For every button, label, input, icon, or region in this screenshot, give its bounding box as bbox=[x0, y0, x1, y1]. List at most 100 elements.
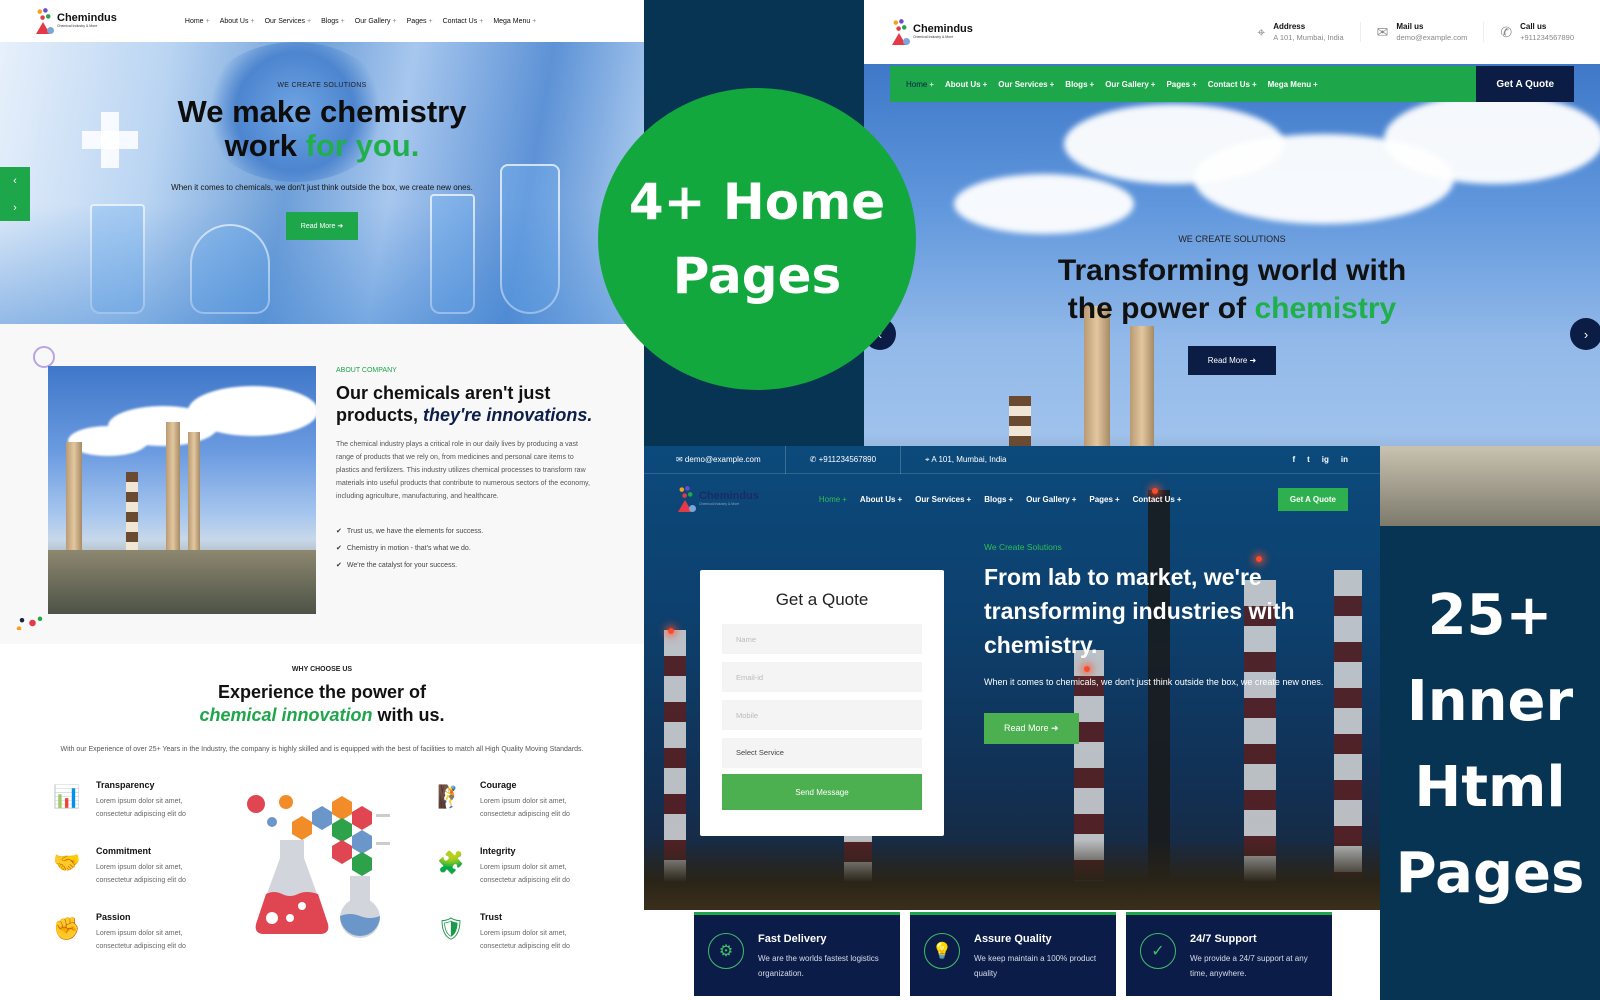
brand-name: Chemindus bbox=[57, 12, 117, 25]
contact-mail[interactable]: ✉ Mail us demo@example.com bbox=[1361, 22, 1485, 42]
nav-about[interactable]: About Us + bbox=[860, 495, 902, 504]
nav-mega-menu[interactable]: Mega Menu + bbox=[1268, 80, 1318, 89]
hero-title: From lab to market, we're transforming i… bbox=[984, 564, 1295, 658]
chevron-right-icon[interactable]: › bbox=[13, 202, 17, 214]
send-message-button[interactable]: Send Message bbox=[722, 774, 922, 810]
main-nav: Home + About Us + Our Services + Blogs + Our… bbox=[819, 495, 1182, 504]
nav-gallery[interactable]: Our Gallery + bbox=[1105, 80, 1155, 89]
header: Chemindus Chemical Industry & More ⌖ Add… bbox=[864, 0, 1600, 64]
nav-blogs[interactable]: Blogs + bbox=[321, 18, 345, 25]
feature-trust: 🛡 Trust Lorem ipsum dolor sit amet, conse… bbox=[434, 912, 604, 953]
brand-name: Chemindus bbox=[913, 23, 973, 36]
checklist-item: ✔ Chemistry in motion - that's what we do… bbox=[336, 545, 471, 552]
chevron-left-icon[interactable]: ‹ bbox=[13, 175, 17, 187]
feature-card-assure-quality: 💡 Assure Quality We keep maintain a 100% … bbox=[910, 912, 1116, 996]
top-bar: ✉ demo@example.com ✆ +911234567890 ⌖ A 1… bbox=[644, 446, 1380, 474]
why-eyebrow: WHY CHOOSE US bbox=[291, 666, 353, 673]
nav-blogs[interactable]: Blogs + bbox=[984, 495, 1013, 504]
read-more-button[interactable]: Read More ➜ bbox=[1187, 346, 1277, 375]
plus-icon: + bbox=[428, 17, 433, 25]
check-icon: ✔ bbox=[336, 562, 342, 569]
nav-home[interactable]: Home + bbox=[906, 80, 934, 89]
get-quote-button[interactable]: Get A Quote bbox=[1277, 487, 1348, 511]
topbar-email[interactable]: ✉ demo@example.com bbox=[676, 446, 786, 474]
hero-eyebrow: WE CREATE SOLUTIONS bbox=[277, 82, 367, 89]
hero-subtitle: When it comes to chemicals, we don't jus… bbox=[984, 677, 1324, 687]
read-more-button[interactable]: Read More ➜ bbox=[285, 212, 359, 240]
nav-home[interactable]: Home + bbox=[819, 495, 847, 504]
contact-info: ⌖ Address A 101, Mumbai, India ✉ Mail us d… bbox=[1241, 22, 1574, 42]
about-body: The chemical industry plays a critical r… bbox=[336, 441, 590, 500]
checklist-item: ✔ We're the catalyst for your success. bbox=[336, 562, 458, 569]
mobile-field[interactable] bbox=[722, 700, 922, 730]
shield-check-icon: 🛡 bbox=[437, 916, 465, 941]
main-nav: Home + About Us + Our Services + Blogs + Our… bbox=[185, 18, 536, 25]
nav-services[interactable]: Our Services + bbox=[265, 18, 312, 25]
nav-contact[interactable]: Contact Us + bbox=[1208, 80, 1257, 89]
quote-form: Get a Quote Select Service Send Message bbox=[700, 570, 944, 836]
fist-icon: ✊ bbox=[53, 916, 81, 941]
slider-controls: ‹ › bbox=[0, 167, 30, 221]
chevron-right-icon[interactable]: › bbox=[1570, 318, 1600, 350]
feature-card-support: ✓ 24/7 Support We provide a 24/7 support … bbox=[1126, 912, 1332, 996]
factory-image bbox=[48, 366, 316, 614]
about-title: Our chemicals aren't just products, they… bbox=[336, 383, 593, 425]
nav-home[interactable]: Home + bbox=[185, 18, 210, 25]
nav-blogs[interactable]: Blogs + bbox=[1065, 80, 1094, 89]
logo-flask-icon bbox=[676, 486, 696, 512]
mail-icon: ✉ bbox=[1376, 24, 1389, 40]
feature-cards: ⚙ Fast Delivery We are the worlds fastest… bbox=[694, 912, 1332, 996]
puzzle-icon: 🧩 bbox=[437, 850, 465, 875]
logo[interactable]: Chemindus Chemical Industry & More bbox=[34, 8, 117, 34]
plus-icon: + bbox=[532, 17, 537, 25]
plus-icon: + bbox=[307, 17, 312, 25]
climber-icon: 🧗 bbox=[437, 784, 465, 809]
nav-gallery[interactable]: Our Gallery + bbox=[355, 18, 397, 25]
transparency-icon: 📊 bbox=[53, 784, 81, 809]
quote-form-title: Get a Quote bbox=[775, 590, 869, 609]
about-eyebrow: ABOUT COMPANY bbox=[336, 367, 397, 374]
hero-eyebrow: WE CREATE SOLUTIONS bbox=[1178, 234, 1286, 244]
feature-commitment: 🤝 Commitment Lorem ipsum dolor sit amet, … bbox=[50, 846, 220, 887]
topbar-phone[interactable]: ✆ +911234567890 bbox=[810, 446, 902, 474]
logo[interactable]: Chemindus Chemical Industry & More bbox=[890, 19, 973, 45]
nav-contact[interactable]: Contact Us + bbox=[1133, 495, 1182, 504]
nav-mega-menu[interactable]: Mega Menu + bbox=[493, 18, 536, 25]
plus-icon: + bbox=[479, 17, 484, 25]
linkedin-icon[interactable]: in bbox=[1341, 455, 1348, 464]
nav-pages[interactable]: Pages + bbox=[1089, 495, 1119, 504]
nav-services[interactable]: Our Services + bbox=[998, 80, 1054, 89]
home-pages-line1: 4+ Home bbox=[628, 173, 886, 231]
hero-title: We make chemistry work for you. bbox=[177, 94, 467, 163]
nav-about[interactable]: About Us + bbox=[945, 80, 987, 89]
brand-tagline: Chemical Industry & More bbox=[913, 35, 954, 40]
feature-card-fast-delivery: ⚙ Fast Delivery We are the worlds fastest… bbox=[694, 912, 900, 996]
get-quote-button[interactable]: Get A Quote bbox=[1476, 66, 1574, 102]
nav-pages[interactable]: Pages + bbox=[1166, 80, 1196, 89]
home-preview-1: Chemindus Chemical Industry & More Home +… bbox=[0, 0, 644, 1000]
topbar-address: ⌖ A 101, Mumbai, India bbox=[925, 454, 1007, 464]
read-more-button[interactable]: Read More ➜ bbox=[984, 713, 1079, 744]
hero-eyebrow: We Create Solutions bbox=[984, 542, 1062, 552]
twitter-icon[interactable]: t bbox=[1307, 455, 1310, 464]
nav-about[interactable]: About Us + bbox=[220, 18, 255, 25]
logo[interactable]: Chemindus Chemical Industry & More bbox=[676, 486, 759, 512]
facebook-icon[interactable]: f bbox=[1292, 455, 1295, 464]
nav-contact[interactable]: Contact Us + bbox=[443, 18, 484, 25]
feature-courage: 🧗 Courage Lorem ipsum dolor sit amet, con… bbox=[434, 780, 604, 821]
hexagon-decoration-icon bbox=[33, 346, 55, 368]
header: Chemindus Chemical Industry & More Home +… bbox=[644, 474, 1380, 524]
contact-address: ⌖ Address A 101, Mumbai, India bbox=[1241, 22, 1361, 42]
nav-services[interactable]: Our Services + bbox=[915, 495, 971, 504]
nav-gallery[interactable]: Our Gallery + bbox=[1026, 495, 1076, 504]
instagram-icon[interactable]: ig bbox=[1322, 455, 1329, 464]
nav-pages[interactable]: Pages + bbox=[407, 18, 433, 25]
email-field[interactable] bbox=[722, 662, 922, 692]
main-nav: Home + About Us + Our Services + Blogs + Our… bbox=[890, 66, 1574, 102]
plus-icon: + bbox=[250, 17, 255, 25]
service-select[interactable]: Select Service bbox=[722, 738, 922, 768]
logo-flask-icon bbox=[34, 8, 54, 34]
name-field[interactable] bbox=[722, 624, 922, 654]
logo-flask-icon bbox=[890, 19, 910, 45]
contact-phone[interactable]: ✆ Call us +911234567890 bbox=[1484, 22, 1574, 42]
